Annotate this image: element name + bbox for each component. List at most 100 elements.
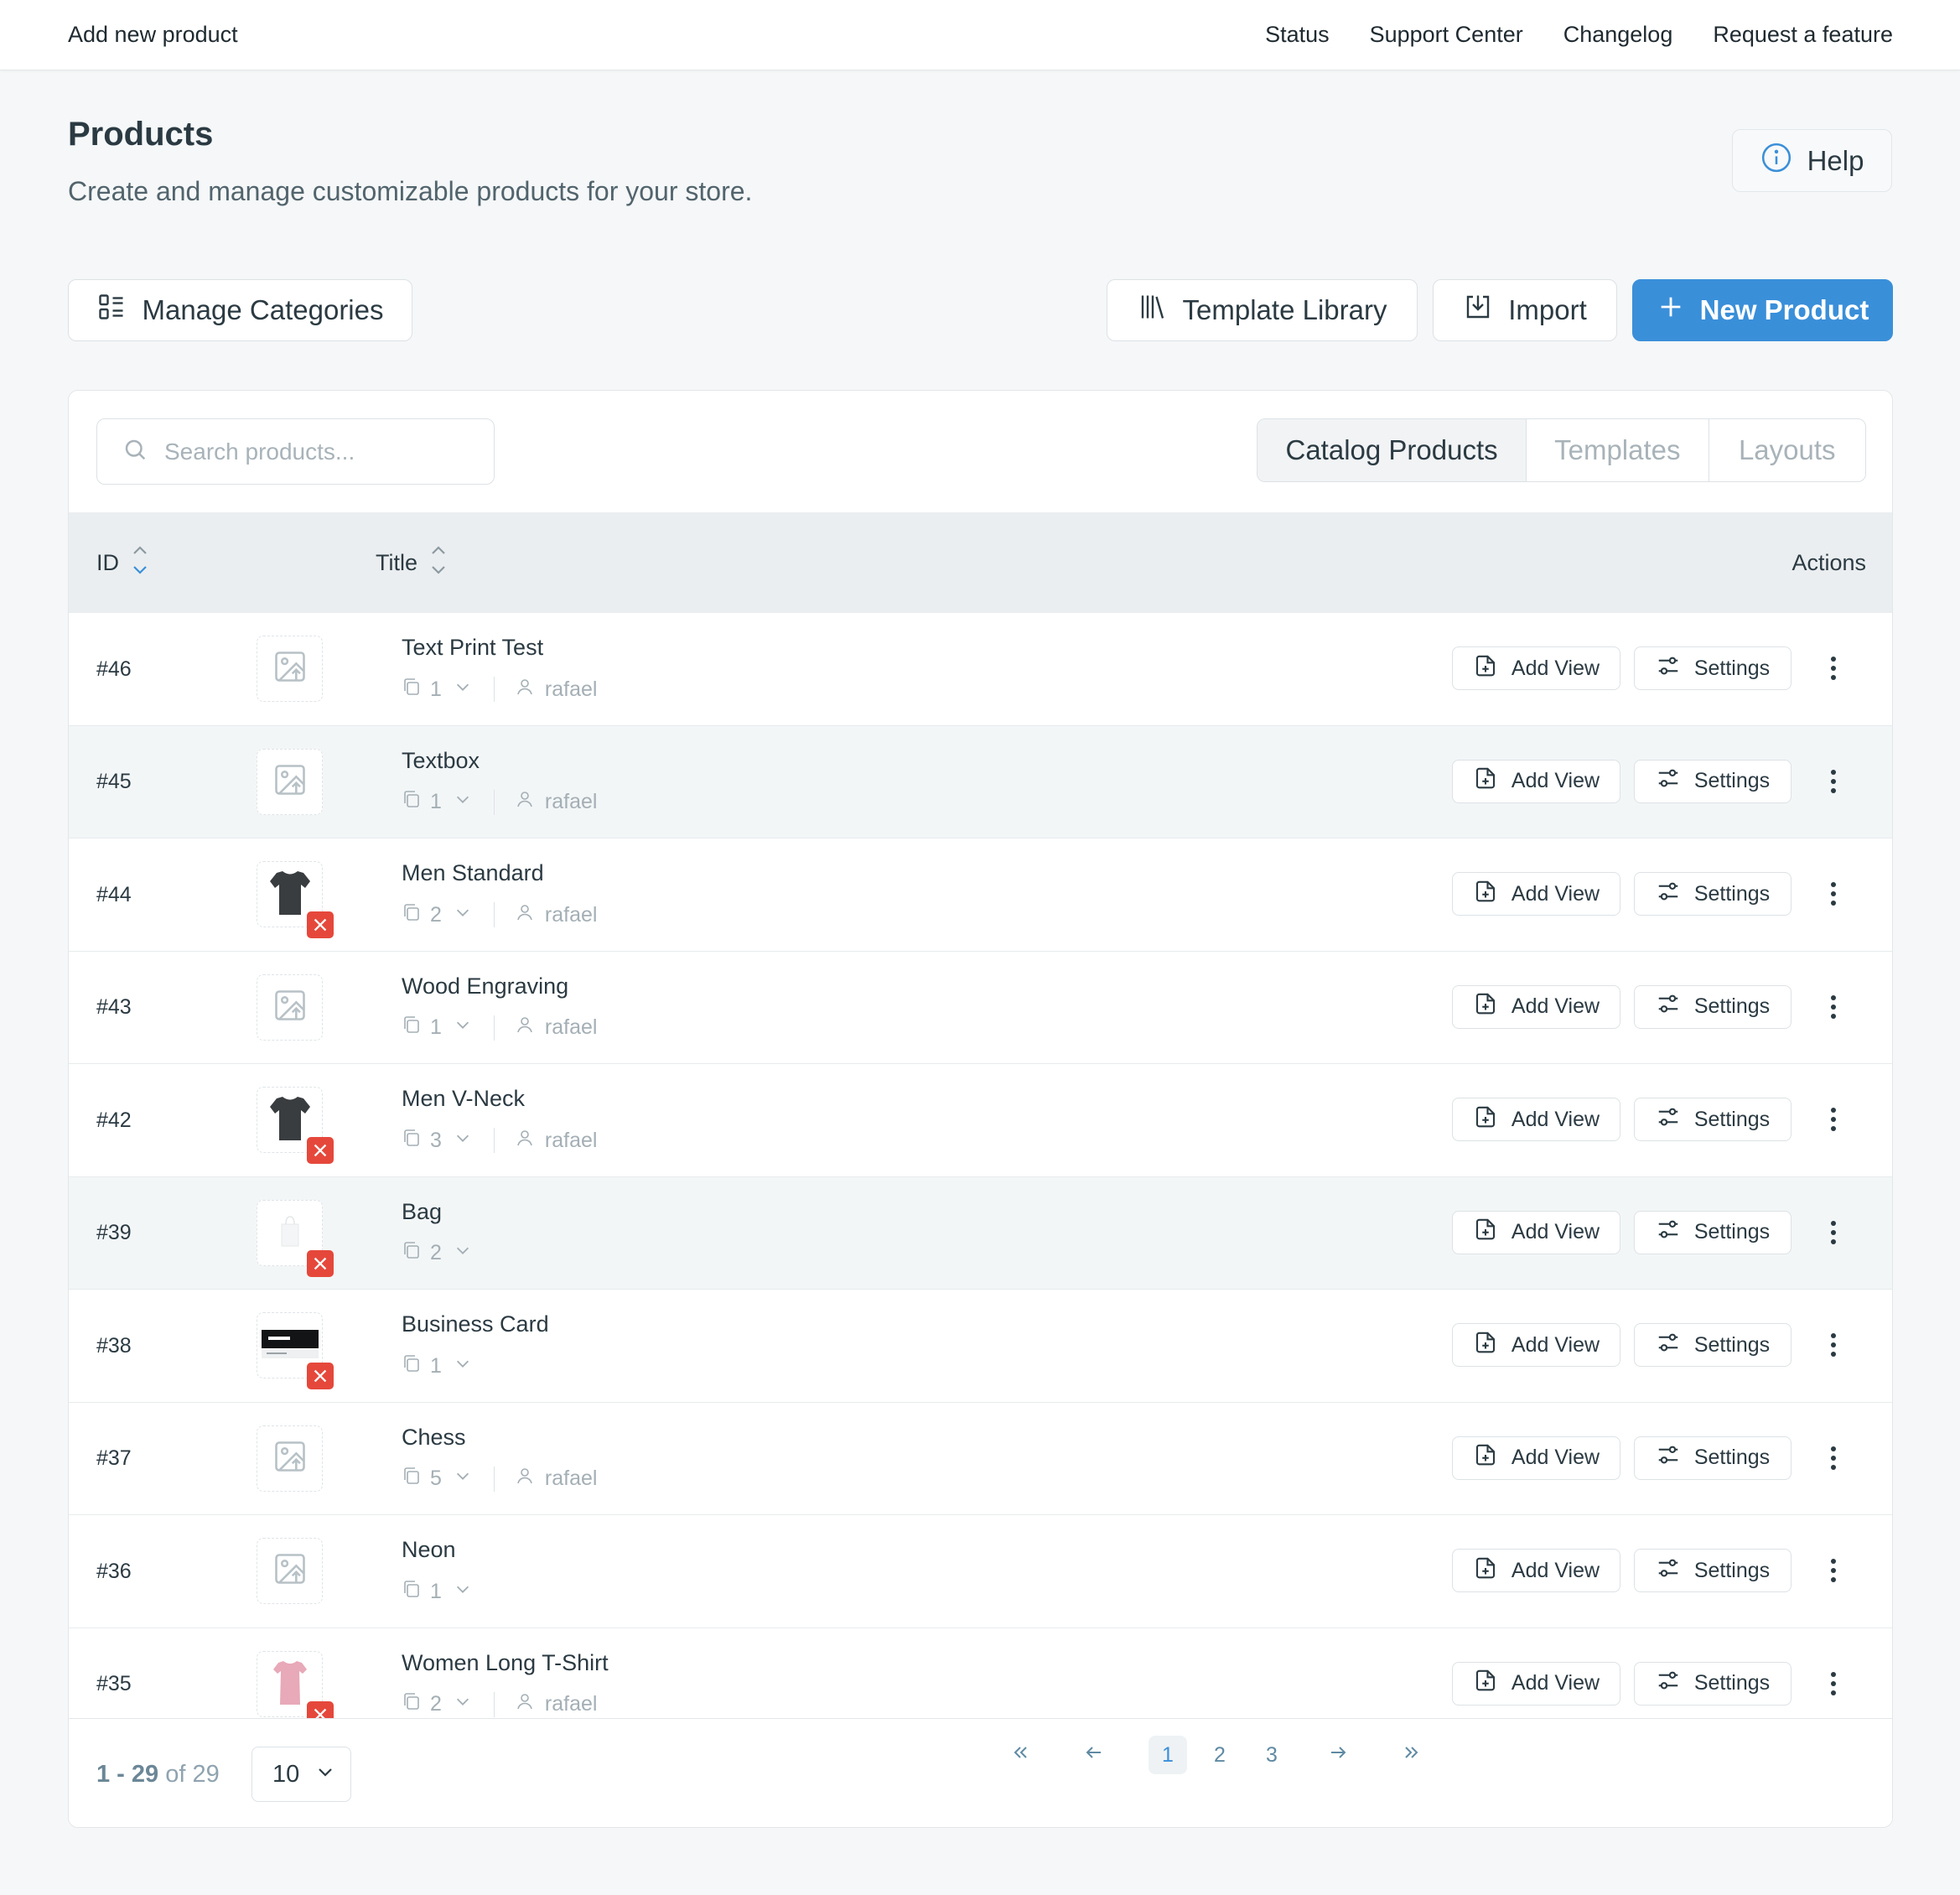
more-options-icon[interactable] xyxy=(1825,763,1842,800)
settings-button[interactable]: Settings xyxy=(1634,759,1791,803)
manage-categories-button[interactable]: Manage Categories xyxy=(68,279,412,341)
id-column-header[interactable]: ID xyxy=(96,512,149,613)
tab-templates[interactable]: Templates xyxy=(1527,419,1709,481)
product-thumbnail[interactable] xyxy=(257,1650,334,1718)
add-view-button[interactable]: Add View xyxy=(1452,1098,1620,1141)
settings-button[interactable]: Settings xyxy=(1634,1098,1791,1141)
chevron-down-icon[interactable] xyxy=(454,678,472,702)
add-view-button[interactable]: Add View xyxy=(1452,984,1620,1029)
new-product-button[interactable]: New Product xyxy=(1632,279,1893,341)
table-row[interactable]: #37 Chess 5 rafael Add View Settings xyxy=(69,1402,1892,1515)
product-title[interactable]: Bag xyxy=(402,1199,442,1225)
product-thumbnail[interactable] xyxy=(257,1538,323,1604)
more-options-icon[interactable] xyxy=(1825,1326,1842,1363)
settings-button[interactable]: Settings xyxy=(1634,646,1791,690)
chevron-down-icon[interactable] xyxy=(454,1580,472,1604)
table-row[interactable]: #45 Textbox 1 rafael Add View Settings xyxy=(69,725,1892,838)
settings-button[interactable]: Settings xyxy=(1634,1323,1791,1367)
import-button[interactable]: Import xyxy=(1433,279,1617,341)
title-column-header[interactable]: Title xyxy=(376,512,448,613)
product-thumbnail[interactable] xyxy=(257,1312,334,1389)
product-title[interactable]: Textbox xyxy=(402,748,480,774)
product-thumbnail[interactable] xyxy=(257,748,323,815)
more-options-icon[interactable] xyxy=(1825,1552,1842,1589)
table-row[interactable]: #46 Text Print Test 1 rafael Add View Se… xyxy=(69,613,1892,726)
per-page-select[interactable]: 10 xyxy=(251,1747,351,1802)
product-title[interactable]: Men Standard xyxy=(402,860,544,886)
table-row[interactable]: #43 Wood Engraving 1 rafael Add View Set… xyxy=(69,951,1892,1064)
add-view-button[interactable]: Add View xyxy=(1452,1210,1620,1254)
status-link[interactable]: Status xyxy=(1265,22,1330,48)
product-title[interactable]: Chess xyxy=(402,1425,466,1451)
product-title[interactable]: Text Print Test xyxy=(402,635,543,661)
table-row[interactable]: #39 Bag 2 Add View Settings xyxy=(69,1176,1892,1290)
product-meta: 1 xyxy=(402,1353,472,1378)
product-thumbnail[interactable] xyxy=(257,973,323,1041)
product-title[interactable]: Women Long T-Shirt xyxy=(402,1650,609,1676)
add-view-button[interactable]: Add View xyxy=(1452,872,1620,916)
more-options-icon[interactable] xyxy=(1825,650,1842,687)
chevron-down-icon[interactable] xyxy=(454,1241,472,1265)
image-upload-icon xyxy=(272,648,309,689)
product-thumbnail[interactable] xyxy=(257,861,334,938)
settings-button[interactable]: Settings xyxy=(1634,1661,1791,1706)
product-thumbnail[interactable] xyxy=(257,636,323,702)
more-options-icon[interactable] xyxy=(1825,1665,1842,1702)
more-options-icon[interactable] xyxy=(1825,1214,1842,1251)
table-row[interactable]: #36 Neon 1 Add View Settings xyxy=(69,1515,1892,1628)
product-title[interactable]: Neon xyxy=(402,1537,456,1563)
settings-button[interactable]: Settings xyxy=(1634,1436,1791,1480)
settings-button[interactable]: Settings xyxy=(1634,1549,1791,1592)
settings-button[interactable]: Settings xyxy=(1634,984,1791,1029)
search-input[interactable] xyxy=(164,438,483,465)
add-view-label: Add View xyxy=(1511,1558,1600,1582)
chevron-down-icon[interactable] xyxy=(454,1015,472,1040)
chevron-down-icon[interactable] xyxy=(454,1129,472,1153)
chevron-down-icon[interactable] xyxy=(454,1354,472,1378)
next-page-button[interactable] xyxy=(1319,1736,1357,1774)
arrow-left-icon xyxy=(1084,1742,1104,1768)
add-view-button[interactable]: Add View xyxy=(1452,1549,1620,1592)
help-button[interactable]: Help xyxy=(1732,129,1892,192)
more-options-icon[interactable] xyxy=(1825,1440,1842,1477)
changelog-link[interactable]: Changelog xyxy=(1563,22,1673,48)
more-options-icon[interactable] xyxy=(1825,875,1842,912)
prev-page-button[interactable] xyxy=(1075,1736,1113,1774)
table-row[interactable]: #38 Business Card 1 Add View Settings xyxy=(69,1290,1892,1403)
more-options-icon[interactable] xyxy=(1825,1101,1842,1138)
page-3-button[interactable]: 3 xyxy=(1252,1736,1291,1774)
add-view-label: Add View xyxy=(1511,1671,1600,1695)
last-page-button[interactable] xyxy=(1392,1736,1430,1774)
product-title[interactable]: Men V-Neck xyxy=(402,1086,525,1112)
title-column-label: Title xyxy=(376,549,418,575)
table-row[interactable]: #42 Men V-Neck 3 rafael Add View Setting… xyxy=(69,1064,1892,1177)
chevron-down-icon[interactable] xyxy=(454,903,472,927)
page-1-button[interactable]: 1 xyxy=(1149,1736,1187,1774)
add-view-button[interactable]: Add View xyxy=(1452,1323,1620,1367)
chevron-down-icon[interactable] xyxy=(454,1692,472,1716)
more-options-icon[interactable] xyxy=(1825,989,1842,1025)
add-view-button[interactable]: Add View xyxy=(1452,1436,1620,1480)
request-feature-link[interactable]: Request a feature xyxy=(1713,22,1893,48)
add-view-button[interactable]: Add View xyxy=(1452,646,1620,690)
product-thumbnail[interactable] xyxy=(257,1425,323,1492)
page-2-button[interactable]: 2 xyxy=(1200,1736,1239,1774)
table-row[interactable]: #35 Women Long T-Shirt 2 rafael Add View… xyxy=(69,1628,1892,1718)
product-title[interactable]: Business Card xyxy=(402,1311,549,1337)
add-view-button[interactable]: Add View xyxy=(1452,759,1620,803)
product-title[interactable]: Wood Engraving xyxy=(402,973,568,999)
settings-button[interactable]: Settings xyxy=(1634,1210,1791,1254)
add-view-button[interactable]: Add View xyxy=(1452,1661,1620,1706)
chevron-down-icon[interactable] xyxy=(454,1467,472,1491)
template-library-button[interactable]: Template Library xyxy=(1107,279,1418,341)
table-row[interactable]: #44 Men Standard 2 rafael Add View Setti… xyxy=(69,838,1892,952)
product-thumbnail[interactable] xyxy=(257,1199,334,1277)
settings-button[interactable]: Settings xyxy=(1634,872,1791,916)
first-page-button[interactable] xyxy=(1002,1736,1040,1774)
support-center-link[interactable]: Support Center xyxy=(1370,22,1523,48)
product-thumbnail[interactable] xyxy=(257,1087,334,1164)
tab-catalog-products[interactable]: Catalog Products xyxy=(1257,419,1527,481)
chevron-down-icon[interactable] xyxy=(454,790,472,814)
search-box[interactable] xyxy=(96,418,495,485)
tab-layouts[interactable]: Layouts xyxy=(1709,419,1865,481)
